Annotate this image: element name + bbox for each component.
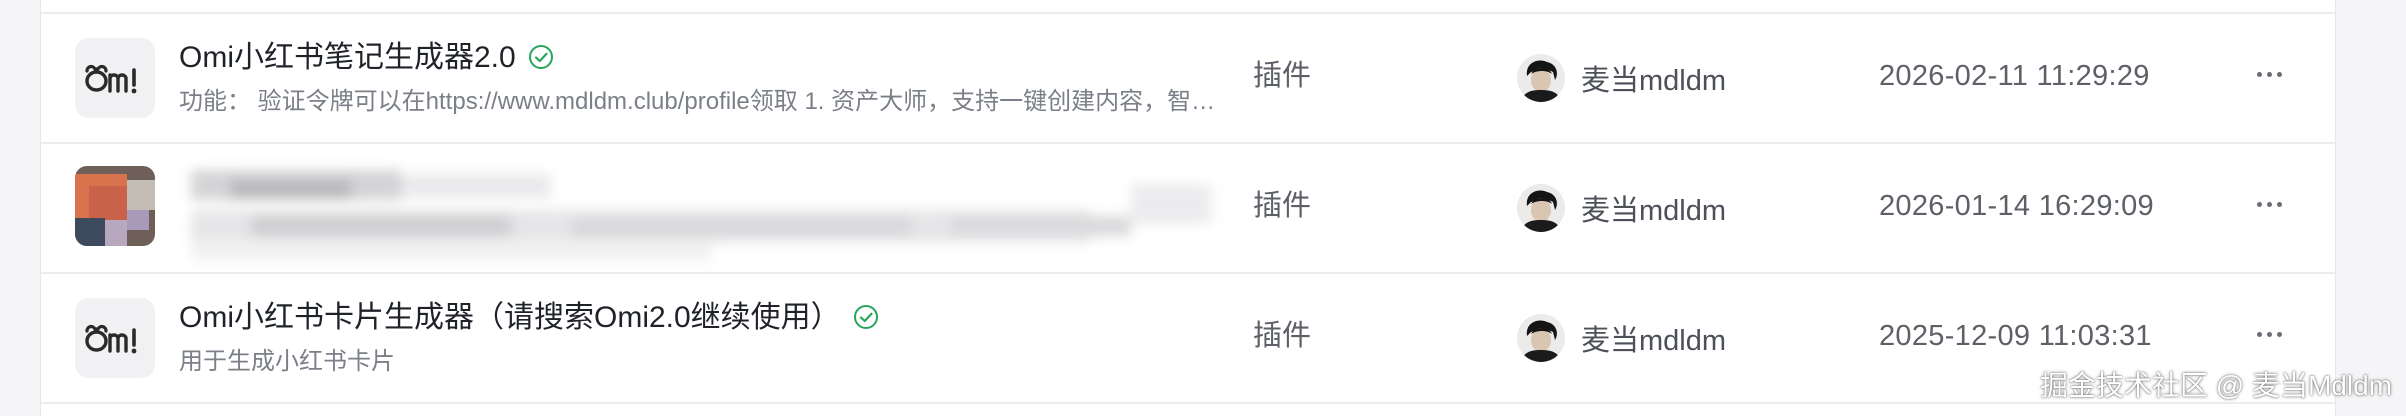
author-name: 麦当mdldm: [1581, 325, 1727, 357]
table-row[interactable]: 插件 麦当mdldm 2026-01-14 16:29:09: [41, 144, 2335, 272]
more-actions-icon[interactable]: [2257, 202, 2282, 207]
plugin-description: 功能： 验证令牌可以在https://www.mdldm.club/profil…: [179, 88, 1223, 115]
avatar: [1517, 184, 1565, 232]
author-name: 麦当mdldm: [1581, 195, 1727, 227]
plugin-description: 用于生成小红书卡片: [179, 348, 395, 375]
author-name: 麦当mdldm: [1581, 65, 1727, 97]
avatar: [1517, 314, 1565, 362]
updated-date: 2026-01-14 16:29:09: [1879, 190, 2154, 222]
omi-logo-icon: [75, 298, 155, 378]
omi-logo-icon: [75, 38, 155, 118]
redacted-content: [191, 166, 1311, 266]
more-actions-icon[interactable]: [2257, 72, 2282, 77]
mosaic-logo-icon: [75, 166, 155, 246]
check-circle-icon: [528, 45, 553, 69]
plugin-list: Omi小红书笔记生成器2.0 功能： 验证令牌可以在https://www.md…: [40, 0, 2336, 416]
watermark: 掘金技术社区 @ 麦当Mdldm: [2040, 370, 2392, 401]
plugin-type: 插件: [1253, 190, 1312, 222]
updated-date: 2026-02-11 11:29:29: [1879, 60, 2150, 92]
author[interactable]: 麦当mdldm: [1517, 180, 1726, 236]
row-divider: [41, 402, 2335, 404]
avatar: [1517, 54, 1565, 102]
updated-date: 2025-12-09 11:03:31: [1879, 320, 2152, 352]
plugin-type: 插件: [1253, 60, 1312, 92]
check-circle-icon: [853, 305, 878, 329]
table-row[interactable]: Omi小红书笔记生成器2.0 功能： 验证令牌可以在https://www.md…: [41, 14, 2335, 142]
more-actions-icon[interactable]: [2257, 332, 2282, 337]
author[interactable]: 麦当mdldm: [1517, 310, 1726, 366]
table-row[interactable]: Omi小红书卡片生成器（请搜索Omi2.0继续使用） 用于生成小红书卡片 插件 …: [41, 274, 2335, 402]
plugin-type: 插件: [1253, 320, 1312, 352]
author[interactable]: 麦当mdldm: [1517, 50, 1726, 106]
plugin-title[interactable]: Omi小红书笔记生成器2.0: [179, 40, 554, 76]
plugin-title[interactable]: Omi小红书卡片生成器（请搜索Omi2.0继续使用）: [179, 300, 879, 336]
